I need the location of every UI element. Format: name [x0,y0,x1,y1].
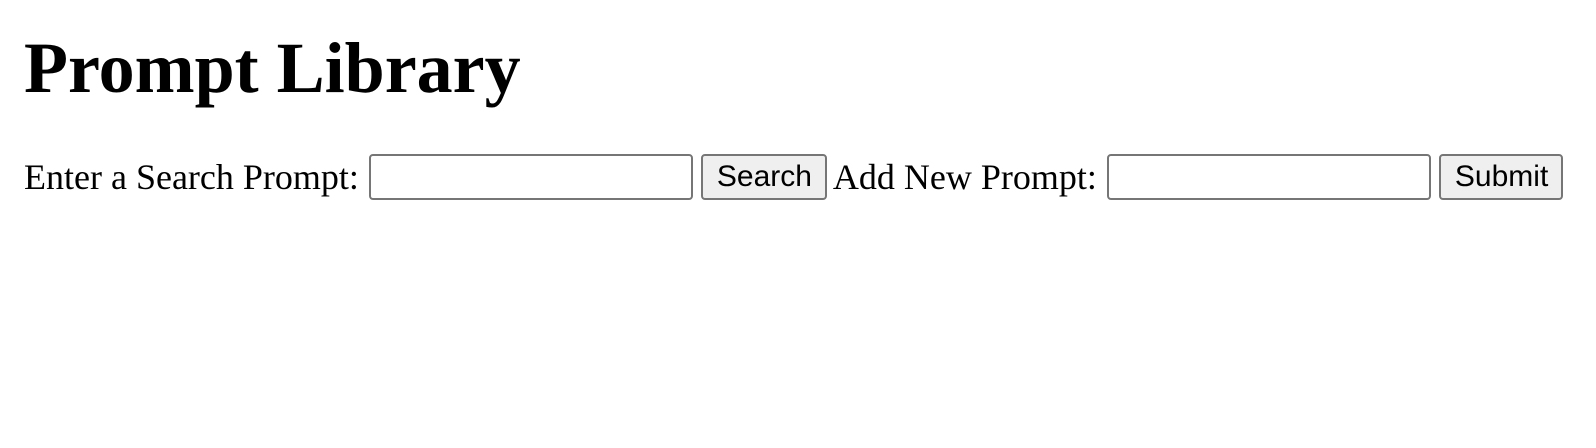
add-prompt-label: Add New Prompt: [832,157,1097,197]
search-prompt-label: Enter a Search Prompt: [24,157,359,197]
search-button[interactable]: Search [700,154,827,200]
page: Prompt Library Enter a Search Prompt: Se… [0,0,1596,448]
prompt-form-row: Enter a Search Prompt: Search Add New Pr… [24,152,1563,202]
submit-button[interactable]: Submit [1438,154,1563,200]
search-prompt-input[interactable] [368,154,693,200]
add-prompt-input[interactable] [1106,154,1431,200]
page-title: Prompt Library [24,28,521,108]
